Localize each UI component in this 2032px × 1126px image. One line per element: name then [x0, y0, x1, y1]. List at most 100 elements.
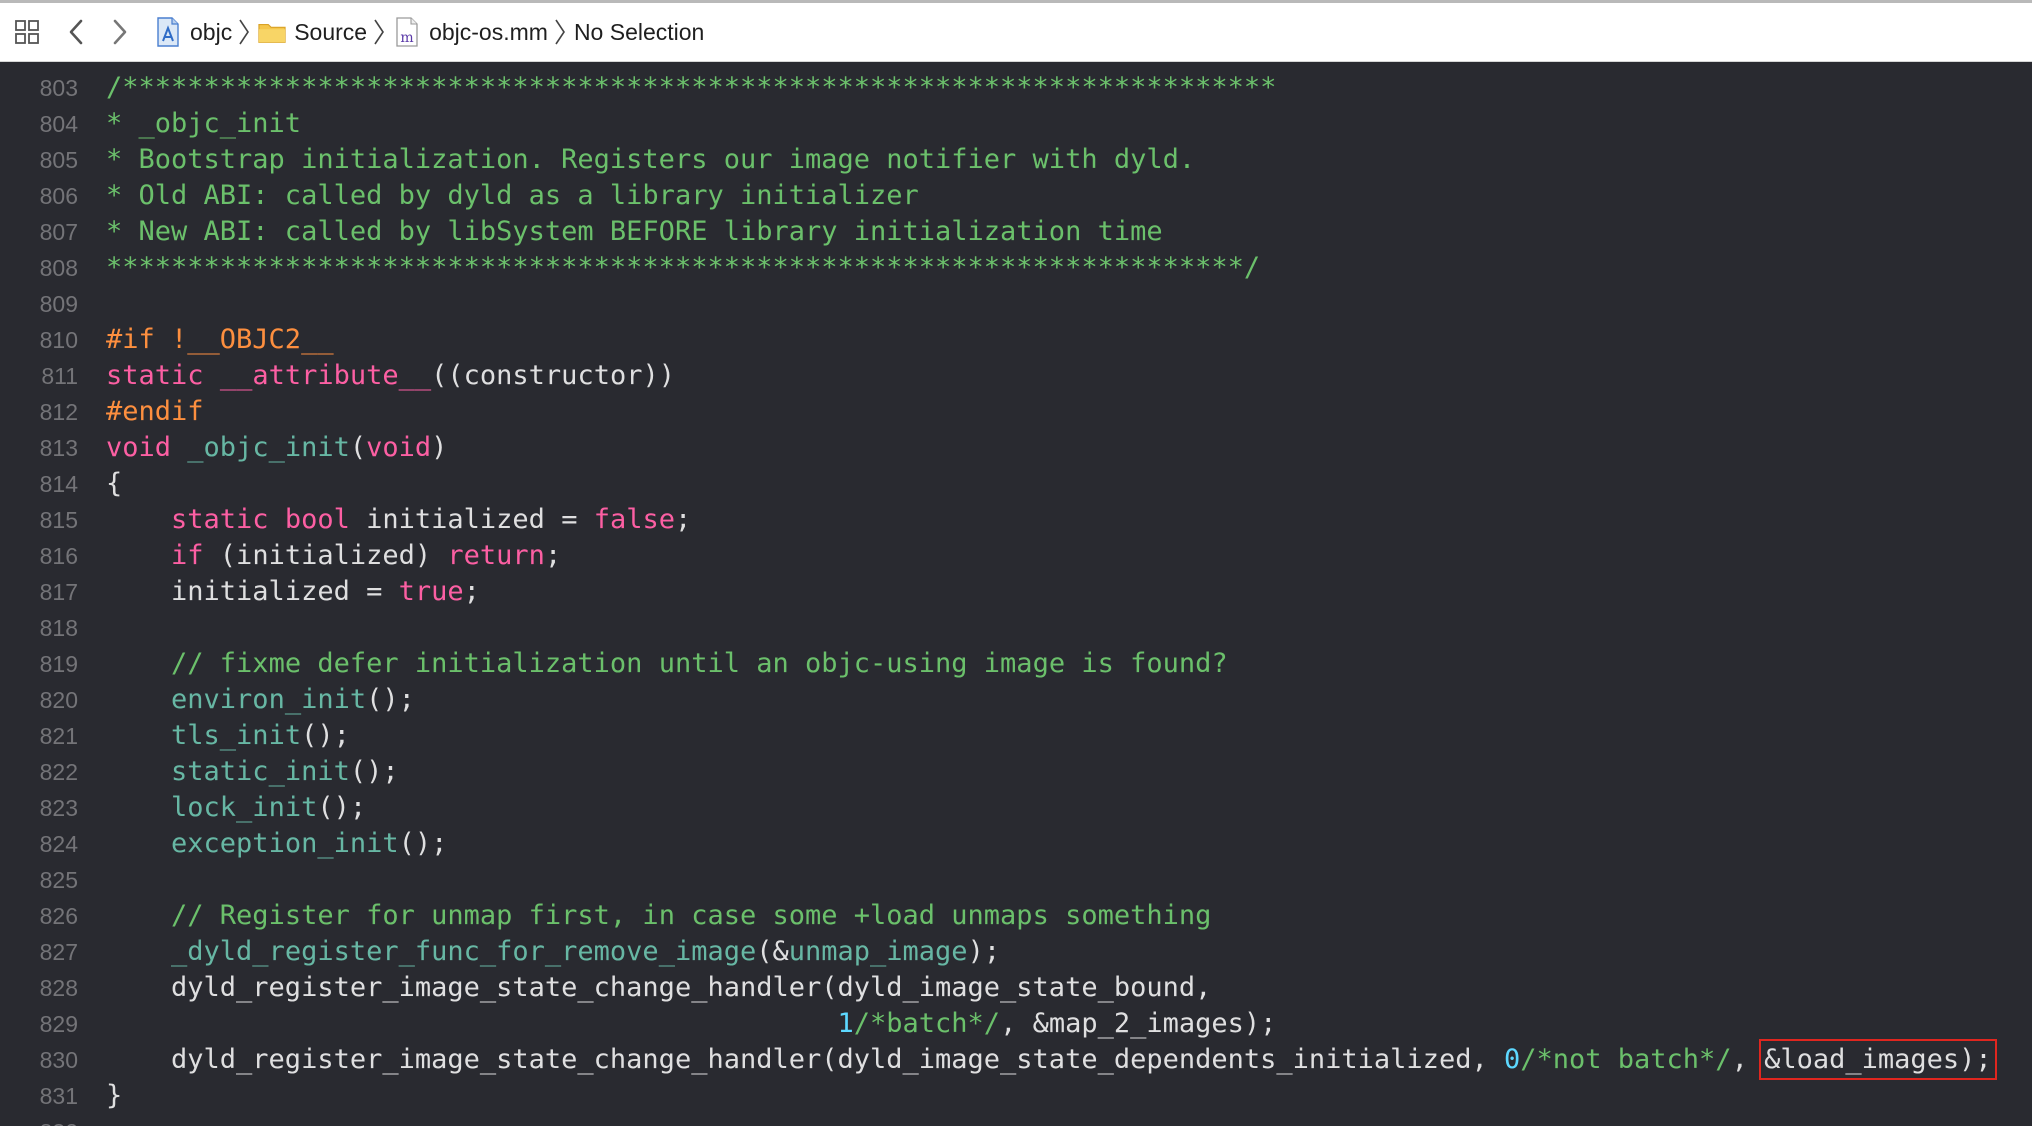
code-token: static_init: [171, 756, 350, 787]
code-token: );: [967, 936, 1001, 967]
line-number: 809: [39, 291, 78, 317]
code-token: /***************************************…: [106, 72, 1277, 103]
code-token: /*batch*/: [853, 1008, 1001, 1039]
code-line[interactable]: 813 void _objc_init(void): [0, 430, 2032, 466]
line-number: 806: [39, 183, 78, 209]
code-text: /***************************************…: [106, 70, 1276, 106]
breadcrumb-selection[interactable]: No Selection: [574, 19, 704, 46]
line-number: 832: [0, 1114, 78, 1126]
code-line[interactable]: 814 {: [0, 466, 2032, 502]
code-token: * _objc_init: [106, 108, 302, 139]
breadcrumb-separator-icon: [238, 19, 250, 45]
code-text: // Register for unmap first, in case som…: [106, 898, 1211, 934]
code-line[interactable]: 805 * Bootstrap initialization. Registers…: [0, 142, 2032, 178]
forward-arrow-icon[interactable]: [108, 17, 132, 47]
code-line[interactable]: 809: [0, 286, 2032, 322]
breadcrumb-file[interactable]: m objc-os.mm: [393, 17, 548, 47]
code-line[interactable]: 822 static_init();: [0, 754, 2032, 790]
code-token: ();: [366, 684, 415, 715]
breadcrumb-label: Source: [294, 18, 368, 45]
line-number: 814: [39, 471, 78, 497]
code-line[interactable]: 832: [0, 1114, 2032, 1126]
line-number: 805: [39, 147, 78, 173]
code-line[interactable]: 826 // Register for unmap first, in case…: [0, 898, 2032, 934]
code-line[interactable]: 808 *************************************…: [0, 250, 2032, 286]
code-token: ;: [675, 504, 692, 535]
code-line[interactable]: 823 lock_init();: [0, 790, 2032, 826]
line-number: 825: [39, 867, 78, 893]
code-token: , &map_2_images);: [1000, 1008, 1277, 1039]
code-line[interactable]: 807 * New ABI: called by libSystem BEFORE…: [0, 214, 2032, 250]
code-text: exception_init();: [106, 826, 447, 862]
breadcrumb-separator-icon: [554, 19, 566, 45]
code-line[interactable]: 815 static bool initialized = false;: [0, 502, 2032, 538]
code-text: static_init();: [106, 754, 399, 790]
line-number: 803: [39, 75, 78, 101]
breadcrumb-folder[interactable]: Source: [258, 18, 367, 46]
code-line[interactable]: 818: [0, 610, 2032, 646]
folder-icon: [258, 18, 286, 46]
code-line[interactable]: 806 * Old ABI: called by dyld as a librar…: [0, 178, 2032, 214]
code-text: initialized = true;: [106, 574, 480, 610]
code-line[interactable]: 804 * _objc_init: [0, 106, 2032, 142]
code-token: 0: [1503, 1044, 1521, 1075]
code-text: _dyld_register_func_for_remove_image(&un…: [106, 934, 1000, 970]
code-line[interactable]: 811 static __attribute__((constructor)): [0, 358, 2032, 394]
code-line[interactable]: 816 if (initialized) return;: [0, 538, 2032, 574]
breadcrumb-project[interactable]: objc: [154, 17, 233, 47]
code-token: * Bootstrap initialization. Registers ou…: [106, 144, 1196, 175]
code-token: _objc_init: [187, 432, 350, 463]
code-line[interactable]: 810 #if !__OBJC2__: [0, 322, 2032, 358]
back-arrow-icon[interactable]: [64, 17, 88, 47]
line-number: 819: [39, 651, 78, 677]
code-token: // fixme defer initialization until an o…: [171, 648, 1228, 679]
code-text: // fixme defer initialization until an o…: [106, 646, 1228, 682]
code-line[interactable]: 830 dyld_register_image_state_change_han…: [0, 1039, 2032, 1080]
code-line[interactable]: 824 exception_init();: [0, 826, 2032, 862]
code-line[interactable]: 831}: [0, 1078, 2032, 1114]
code-line[interactable]: 825: [0, 862, 2032, 898]
code-token: initialized =: [349, 504, 594, 535]
code-token: dyld_register_image_state_change_handler…: [106, 972, 1212, 1003]
line-number: 808: [39, 255, 78, 281]
code-line[interactable]: 819 // fixme defer initialization until …: [0, 646, 2032, 682]
source-editor[interactable]: 803 /************************************…: [0, 62, 2032, 1126]
code-token: tls_init: [171, 720, 302, 751]
code-line[interactable]: 827 _dyld_register_func_for_remove_image…: [0, 934, 2032, 970]
code-token: #endif: [106, 396, 204, 427]
code-token: static: [171, 504, 269, 535]
code-line[interactable]: 812 #endif: [0, 394, 2032, 430]
code-token: ****************************************…: [106, 252, 1261, 283]
related-items-grid-icon[interactable]: [12, 17, 42, 47]
code-line[interactable]: 820 environ_init();: [0, 682, 2032, 718]
breadcrumb-separator-icon: [373, 19, 385, 45]
line-number: 807: [39, 219, 78, 245]
line-number: 811: [41, 363, 78, 389]
project-icon: [154, 17, 182, 47]
code-token: ();: [301, 720, 350, 751]
code-text: static bool initialized = false;: [106, 502, 691, 538]
line-number: 826: [39, 903, 78, 929]
line-number: 821: [39, 723, 78, 749]
code-token: void: [366, 432, 432, 463]
code-token: (: [349, 432, 367, 463]
code-line[interactable]: 817 initialized = true;: [0, 574, 2032, 610]
code-token: ): [431, 432, 448, 463]
jump-bar: objc Source m objc-os.mm No Selection: [0, 3, 2032, 62]
breadcrumb-label: objc: [190, 18, 233, 45]
code-line[interactable]: 803 /************************************…: [0, 70, 2032, 106]
code-token: ((constructor)): [431, 360, 675, 391]
code-line[interactable]: 828 dyld_register_image_state_change_han…: [0, 970, 2032, 1006]
code-token: {: [106, 468, 123, 499]
code-line[interactable]: 829 1/*batch*/, &map_2_images);: [0, 1006, 2032, 1042]
code-line[interactable]: 821 tls_init();: [0, 718, 2032, 754]
code-text: * _objc_init: [106, 106, 301, 142]
code-text: if (initialized) return;: [106, 538, 561, 574]
code-token: void: [106, 432, 172, 463]
